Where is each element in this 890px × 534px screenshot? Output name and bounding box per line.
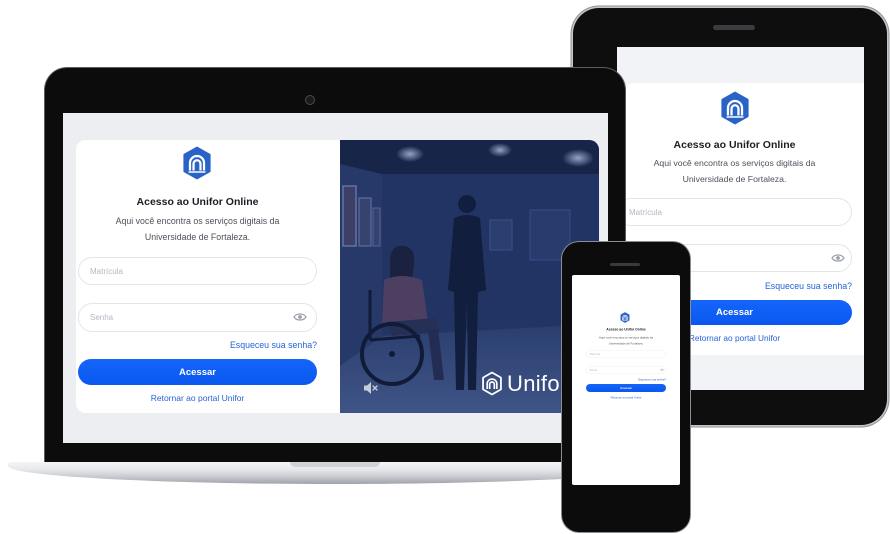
tablet-speaker: [713, 25, 755, 30]
laptop-camera: [305, 95, 315, 105]
unifor-logo-icon: [620, 312, 630, 323]
phone-device: Acesso ao Unifor Online Aqui você encont…: [562, 242, 690, 532]
login-subtitle-line2: Universidade de Fortaleza.: [682, 174, 787, 184]
return-portal-link[interactable]: Retornar ao portal Unifor: [586, 396, 666, 399]
login-subtitle-line1: Aqui você encontra os serviços digitais …: [599, 335, 653, 340]
unifor-logo-icon: [721, 91, 749, 125]
password-input[interactable]: [78, 303, 317, 332]
login-card: Acesso ao Unifor Online Aqui você encont…: [572, 275, 680, 485]
volume-mute-icon: [364, 382, 378, 394]
password-visibility-toggle[interactable]: [660, 368, 664, 371]
mute-button[interactable]: [362, 380, 378, 396]
laptop-screen: Acesso ao Unifor Online Aqui você encont…: [63, 113, 608, 443]
eye-pupil: [836, 256, 840, 260]
login-subtitle-line1: Aqui você encontra os serviços digitais …: [115, 216, 280, 226]
unifor-logo-icon: [482, 371, 502, 396]
logo-hexagon: [721, 91, 749, 125]
unifor-logo-icon: [720, 91, 750, 125]
mute-cross: [372, 385, 378, 391]
eye-pupil: [298, 315, 302, 319]
eye-icon: [293, 313, 307, 321]
eye-pupil: [661, 369, 663, 371]
logo-arch-outer: [486, 378, 498, 389]
unifor-logo-icon: [620, 312, 630, 323]
forgot-password-link[interactable]: Esqueceu sua senha?: [78, 339, 317, 351]
speaker-shape: [364, 382, 371, 394]
eye-icon: [660, 368, 664, 371]
login-subtitle-line1: Aqui você encontra os serviços digitais …: [653, 158, 816, 168]
unifor-logo-icon: [481, 371, 503, 396]
username-input[interactable]: [585, 349, 666, 358]
logo-hexagon: [183, 146, 211, 180]
login-subtitle-line2: Universidade de Fortaleza.: [608, 341, 644, 345]
laptop-device: Acesso ao Unifor Online Aqui você encont…: [45, 68, 625, 464]
logo-arch-inner: [488, 381, 496, 389]
password-visibility-toggle[interactable]: [293, 312, 307, 322]
login-title: Acesso ao Unifor Online: [606, 327, 646, 332]
unifor-logo-icon: [183, 146, 211, 180]
eye-icon: [831, 254, 845, 262]
forgot-password-link[interactable]: Esqueceu sua senha?: [586, 378, 666, 381]
logo-hexagon: [482, 371, 502, 396]
unifor-logo-icon: [182, 146, 212, 180]
login-card: Acesso ao Unifor Online Aqui você encont…: [76, 140, 599, 413]
password-input[interactable]: [585, 365, 666, 374]
login-form-panel: Acesso ao Unifor Online Aqui você encont…: [76, 140, 340, 413]
return-portal-link[interactable]: Retornar ao portal Unifor: [78, 392, 317, 404]
submit-button[interactable]: Acessar: [78, 359, 317, 385]
phone-screen: Acesso ao Unifor Online Aqui você encont…: [572, 275, 680, 485]
username-input[interactable]: [78, 257, 317, 285]
login-title: Acesso ao Unifor Online: [673, 139, 796, 151]
phone-speaker: [610, 263, 640, 266]
submit-button[interactable]: Acessar: [585, 383, 666, 392]
username-input[interactable]: [617, 198, 852, 226]
logo-hexagon: [620, 312, 630, 323]
password-visibility-toggle[interactable]: [831, 253, 845, 263]
login-subtitle-line2: Universidade de Fortaleza.: [144, 232, 251, 242]
hero-video-panel: Unifor: [340, 140, 599, 413]
laptop-base-notch: [290, 462, 380, 467]
brand-wordmark: Unifor: [507, 371, 568, 396]
login-title: Acesso ao Unifor Online: [136, 196, 259, 208]
